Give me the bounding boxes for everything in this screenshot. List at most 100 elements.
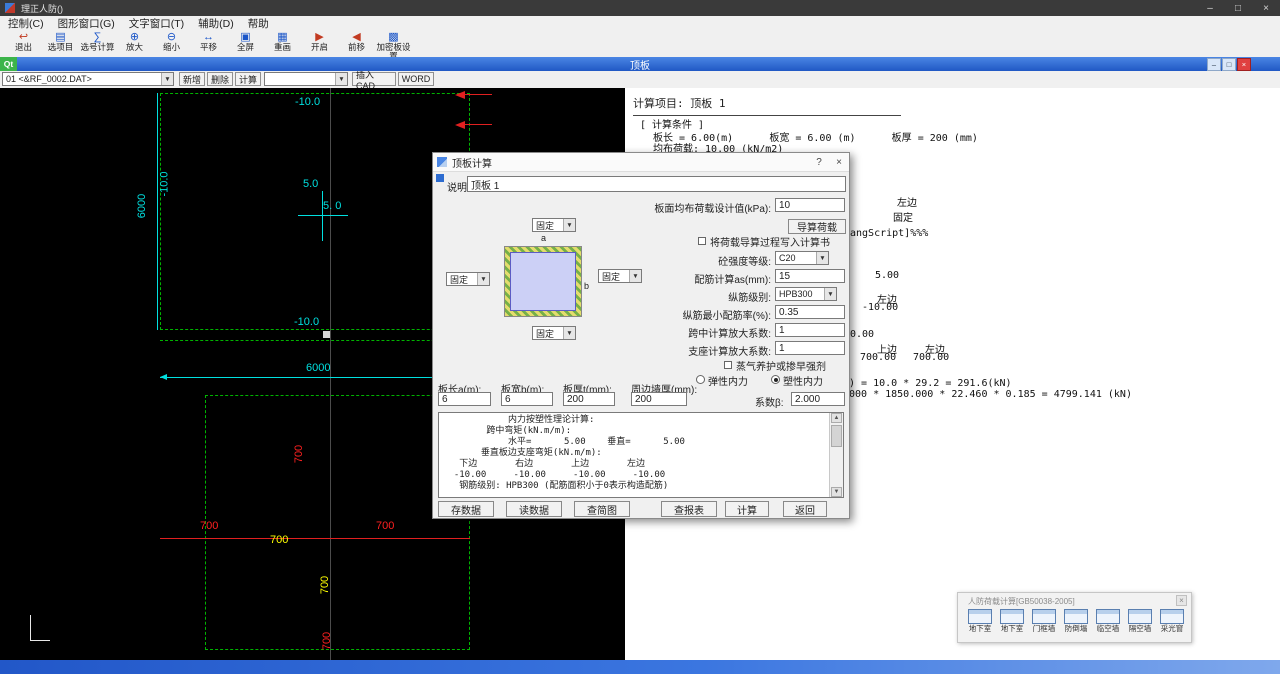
dim-label: 700 [270, 534, 288, 546]
return-button[interactable]: 返回 [783, 501, 827, 517]
edge-top-combo[interactable]: 固定 ▼ [532, 218, 576, 232]
toolbar-encrypt-settings[interactable]: ▩ 加密板设置 [376, 31, 411, 60]
menu-assist[interactable]: 辅助(D) [198, 16, 234, 31]
minratio-input[interactable]: 0.35 [775, 305, 845, 319]
save-data-button[interactable]: 存数据 [438, 501, 494, 517]
chevron-down-icon[interactable]: ▼ [161, 73, 173, 85]
write-calc-label[interactable]: 将荷载导算过程写入计算书 [710, 234, 830, 249]
width-input[interactable]: 6 [501, 392, 553, 406]
steam-checkbox[interactable] [724, 361, 732, 369]
crosshair-cursor [298, 215, 348, 216]
elastic-radio[interactable] [696, 375, 705, 384]
chevron-down-icon[interactable]: ▼ [816, 252, 828, 264]
support-input[interactable]: 1 [775, 341, 845, 355]
close-button[interactable]: × [1252, 3, 1280, 14]
menu-control[interactable]: 控制(C) [8, 16, 44, 31]
scroll-down-icon[interactable]: ▼ [831, 487, 842, 497]
toolbar-select-project[interactable]: ▤ 选项目 [43, 31, 78, 52]
calculate-button[interactable]: 计算 [725, 501, 769, 517]
desc-input[interactable]: 顶板 1 [467, 176, 846, 192]
palette-item-basement-wall[interactable]: 地下室 [997, 609, 1027, 633]
toolbar-exit[interactable]: ↩ 退出 [6, 31, 41, 52]
toolbar-zoom-in[interactable]: ⊕ 放大 [117, 31, 152, 52]
maximize-button[interactable]: □ [1224, 3, 1252, 14]
palette-item-airspace-wall[interactable]: 临空墙 [1093, 609, 1123, 633]
as-input[interactable]: 15 [775, 269, 845, 283]
chevron-down-icon[interactable]: ▼ [563, 327, 575, 339]
write-calc-checkbox[interactable] [698, 237, 706, 245]
word-button[interactable]: WORD [398, 72, 434, 86]
len-input[interactable]: 6 [438, 392, 491, 406]
steam-label[interactable]: 蒸气养护或掺早强剂 [736, 358, 826, 373]
insert-cad-button[interactable]: 插入CAD [352, 72, 396, 86]
slab-calc-dialog: 顶板计算 ? × 说明 顶板 1 板面均布荷载设计值(kPa): 10 导算荷载… [432, 152, 850, 519]
palette-item-skylight[interactable]: 采光窗 [1157, 609, 1187, 633]
edge-right-combo[interactable]: 固定 ▼ [598, 269, 642, 283]
edge-left-combo[interactable]: 固定 ▼ [446, 272, 490, 286]
toolbar-fullscreen[interactable]: ▣ 全屏 [228, 31, 263, 52]
toolbar-pan[interactable]: ↔ 平移 [191, 31, 226, 52]
toolbar-redraw[interactable]: ▦ 重画 [265, 31, 300, 52]
minimize-button[interactable]: – [1196, 3, 1224, 14]
menu-help[interactable]: 帮助 [248, 16, 269, 31]
dim-arrow-icon [160, 374, 167, 380]
mdi-restore-button[interactable]: □ [1222, 58, 1236, 71]
secondary-combo[interactable]: ▼ [264, 72, 348, 86]
view-diagram-button[interactable]: 查简图 [574, 501, 630, 517]
grid-rect [205, 395, 470, 650]
palette-item-label: 临空墙 [1097, 624, 1120, 633]
midspan-input[interactable]: 1 [775, 323, 845, 337]
dialog-title: 顶板计算 [452, 155, 492, 170]
delete-button[interactable]: 删除 [207, 72, 233, 86]
help-button[interactable]: ? [809, 157, 829, 168]
plastic-label[interactable]: 塑性内力 [783, 373, 823, 388]
calc-button[interactable]: 计算 [235, 72, 261, 86]
chevron-down-icon[interactable]: ▼ [335, 73, 347, 85]
new-button[interactable]: 新增 [179, 72, 205, 86]
load-input[interactable]: 10 [775, 198, 845, 212]
mdi-close-button[interactable]: × [1237, 58, 1251, 71]
scroll-up-icon[interactable]: ▲ [831, 413, 842, 423]
chevron-down-icon[interactable]: ▼ [477, 273, 489, 285]
wall-input[interactable]: 200 [631, 392, 687, 406]
palette-close-button[interactable]: × [1176, 595, 1187, 606]
palette-item-partition-wall[interactable]: 隔空墙 [1125, 609, 1155, 633]
plastic-radio[interactable] [771, 375, 780, 384]
desc-label: 说明 [447, 179, 467, 194]
dim-label: 700 [293, 445, 305, 463]
red-leader-line [464, 124, 492, 125]
dimension-line [157, 93, 158, 330]
toolbar-select-calc[interactable]: ∑ 选号计算 [80, 31, 115, 52]
menu-graphic-window[interactable]: 图形窗口(G) [58, 16, 115, 31]
result-scrollbar[interactable]: ▲ ▼ [829, 413, 843, 497]
palette-item-basement-roof[interactable]: 地下室 [965, 609, 995, 633]
mdi-minimize-button[interactable]: – [1207, 58, 1221, 71]
toolbar-open[interactable]: ▶ 开启 [302, 31, 337, 52]
report-fragment: 000 * 1850.000 * 22.460 * 0.185 = 4799.1… [849, 389, 1132, 400]
toolbar-forward[interactable]: ◀ 前移 [339, 31, 374, 52]
chevron-down-icon[interactable]: ▼ [629, 270, 641, 282]
elastic-label[interactable]: 弹性内力 [708, 373, 748, 388]
menu-text-window[interactable]: 文字窗口(T) [129, 16, 184, 31]
rebar-combo[interactable]: HPB300 ▼ [775, 287, 837, 301]
file-select-combo[interactable]: 01 <&RF_0002.DAT> ▼ [2, 72, 174, 86]
chevron-down-icon[interactable]: ▼ [563, 219, 575, 231]
palette-item-collapse-proof[interactable]: 防倒塌 [1061, 609, 1091, 633]
derive-load-button[interactable]: 导算荷载 [788, 219, 846, 234]
beta-input[interactable]: 2.000 [791, 392, 845, 406]
window-title: 理正人防() [21, 2, 63, 15]
grip-point[interactable] [323, 331, 330, 338]
edge-bottom-combo[interactable]: 固定 ▼ [532, 326, 576, 340]
thick-input[interactable]: 200 [563, 392, 615, 406]
report-fragment: 0.00 [850, 329, 874, 340]
toolbar-zoom-out[interactable]: ⊖ 缩小 [154, 31, 189, 52]
scroll-thumb[interactable] [831, 425, 842, 447]
palette-item-door-frame-wall[interactable]: 门框墙 [1029, 609, 1059, 633]
view-report-button[interactable]: 查报表 [661, 501, 717, 517]
chevron-down-icon[interactable]: ▼ [824, 288, 836, 300]
concrete-combo[interactable]: C20 ▼ [775, 251, 829, 265]
dim-label: 700 [319, 576, 331, 594]
dialog-titlebar[interactable]: 顶板计算 ? × [433, 153, 849, 172]
read-data-button[interactable]: 读数据 [506, 501, 562, 517]
dialog-close-button[interactable]: × [829, 157, 849, 168]
